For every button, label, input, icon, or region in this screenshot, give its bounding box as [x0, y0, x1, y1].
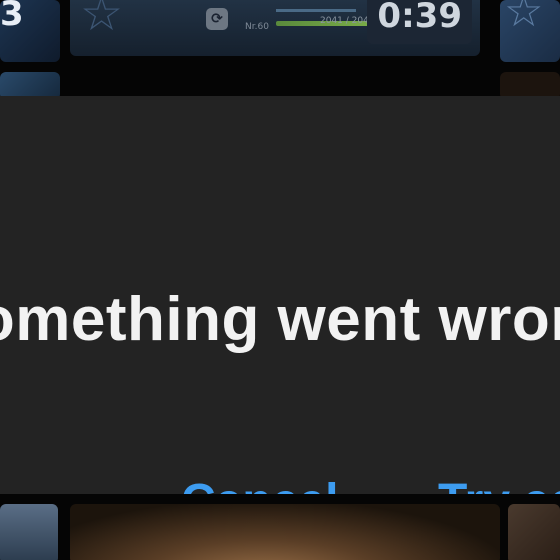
background-tile: 3 [0, 0, 60, 62]
cancel-button[interactable]: Cancel [181, 474, 338, 494]
progress-label: Nr.60 [245, 22, 269, 32]
background-tile [70, 504, 500, 560]
try-again-button[interactable]: Try again [438, 474, 560, 494]
background-tile: ☆ [500, 0, 560, 62]
star-icon: ☆ [504, 0, 544, 37]
error-dialog: Something went wrong Cancel Try again [0, 96, 560, 494]
sync-icon: ⟳ [206, 8, 228, 30]
score-text: 2041 / 2041 [320, 16, 375, 26]
star-icon: ☆ [80, 0, 124, 42]
timer-display: 0:39 [367, 0, 472, 44]
tile-number: 3 [0, 0, 24, 34]
background-tile-game: ☆ ⟳ Nr.60 2041 / 2041 0:39 [70, 0, 480, 56]
progress-bar-secondary [276, 9, 356, 12]
background-tile [508, 504, 560, 560]
background-tile [0, 504, 58, 560]
dialog-title: Something went wrong [0, 285, 560, 354]
